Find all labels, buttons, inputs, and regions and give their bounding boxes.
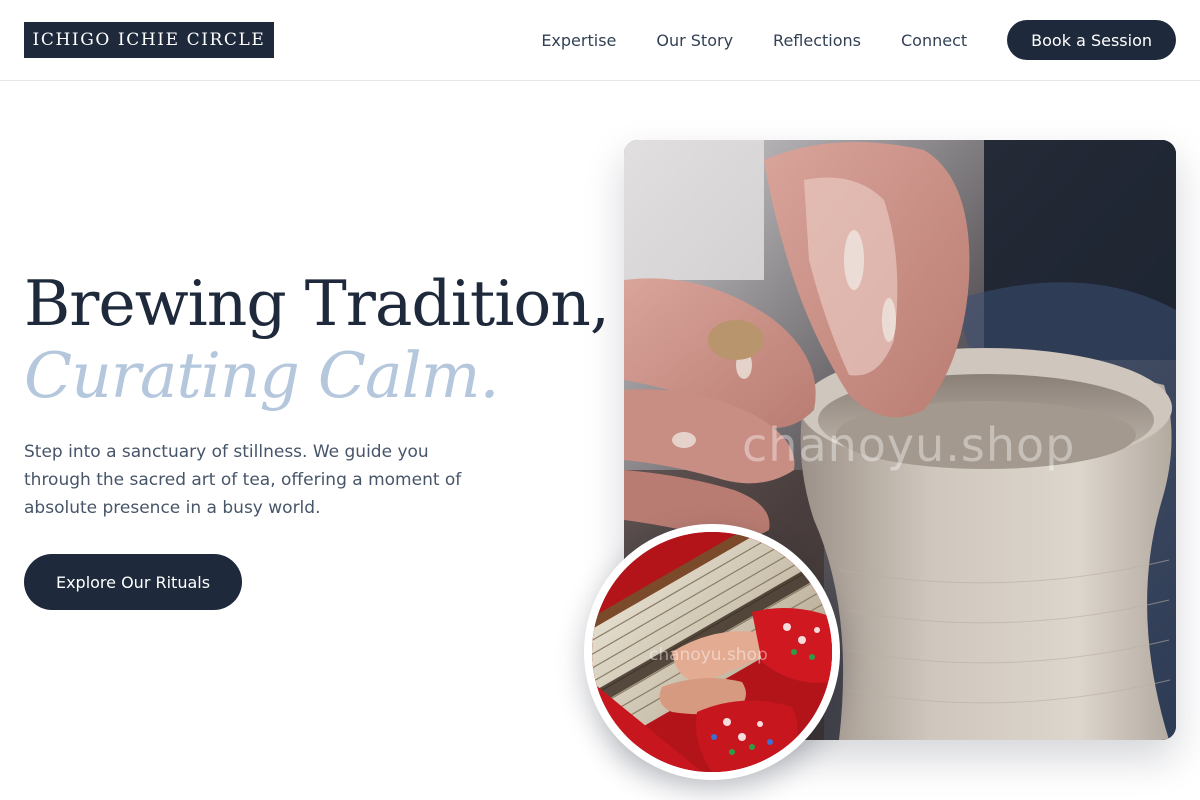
brand-logo[interactable]: ICHIGO ICHIE CIRCLE <box>24 22 274 58</box>
hero-description: Step into a sanctuary of stillness. We g… <box>24 442 462 518</box>
hero-title: Brewing Tradition, Curating Calm. <box>24 267 610 412</box>
site-header: ICHIGO ICHIE CIRCLE Expertise Our Story … <box>0 0 1200 81</box>
hero-title-accent: Curating Calm. <box>24 339 500 412</box>
weaving-photo: chanoyu.shop <box>584 524 840 780</box>
weaving-illustration <box>592 532 832 772</box>
nav-link-our-story[interactable]: Our Story <box>656 31 733 50</box>
nav-link-expertise[interactable]: Expertise <box>541 31 616 50</box>
main-nav: Expertise Our Story Reflections Connect … <box>541 20 1176 60</box>
book-session-button[interactable]: Book a Session <box>1007 20 1176 60</box>
hero-title-line1: Brewing Tradition, <box>24 267 610 340</box>
nav-link-connect[interactable]: Connect <box>901 31 967 50</box>
explore-rituals-button[interactable]: Explore Our Rituals <box>24 554 242 610</box>
nav-link-reflections[interactable]: Reflections <box>773 31 861 50</box>
